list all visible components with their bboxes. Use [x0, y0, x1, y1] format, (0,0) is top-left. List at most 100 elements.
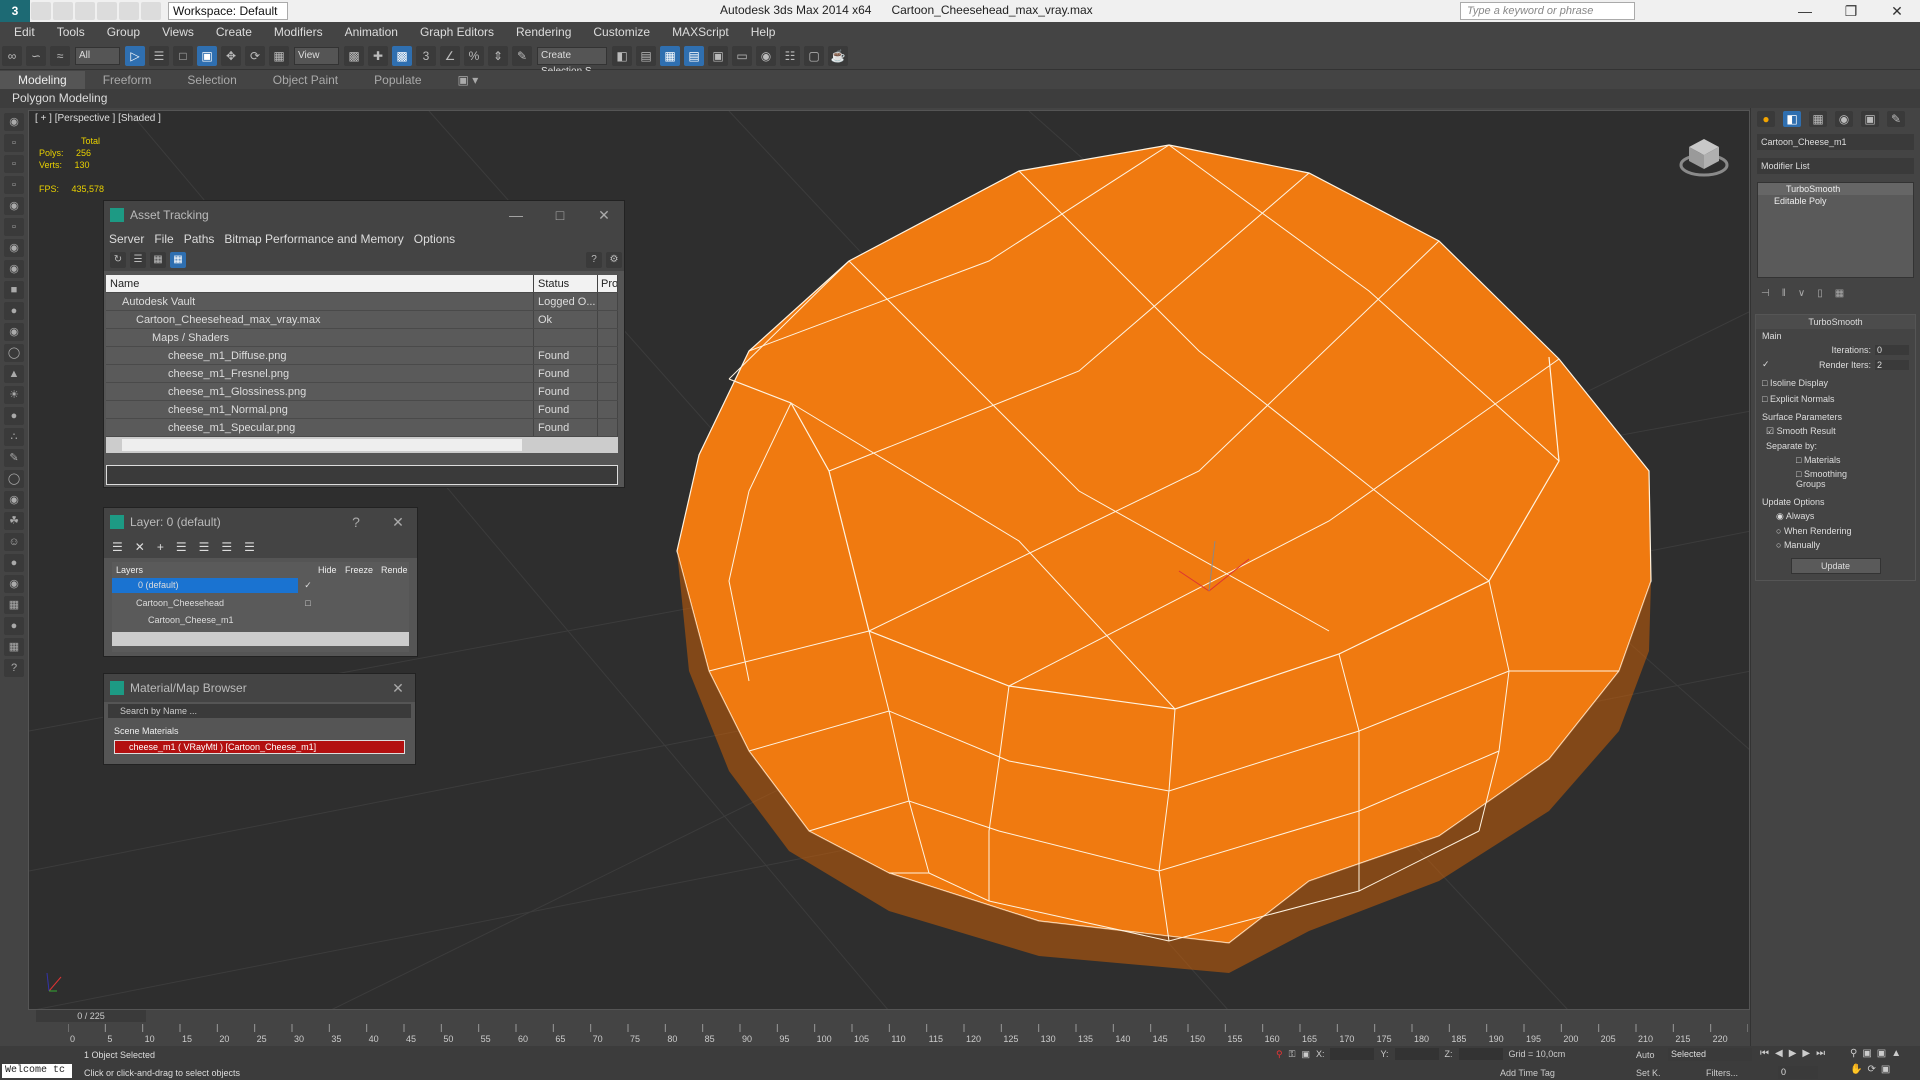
isoline-checkbox[interactable]: □ Isoline Display [1756, 372, 1915, 390]
layer-titlebar[interactable]: Layer: 0 (default) ? ✕ [104, 508, 417, 536]
workspace-dropdown[interactable]: Workspace: Default [168, 2, 288, 20]
close-icon[interactable]: ✕ [1874, 0, 1920, 22]
menu-paths[interactable]: Paths [184, 229, 215, 249]
menu-maxscript[interactable]: MAXScript [672, 22, 729, 42]
menu-help[interactable]: Help [751, 22, 776, 42]
ribbon-options-icon[interactable]: ▣ ▾ [440, 71, 497, 89]
iterations-spinner[interactable]: 0 [1875, 345, 1909, 355]
create-cameras-icon[interactable]: ◉ [4, 197, 24, 215]
add-selected-icon[interactable]: ☰ [176, 540, 187, 554]
polygon-modeling-label[interactable]: Polygon Modeling [12, 89, 107, 108]
cylinder-primitive-icon[interactable]: ◉ [4, 323, 24, 341]
hierarchy-tab-icon[interactable]: ▦ [1809, 111, 1827, 127]
highlight-layer-icon[interactable]: ☰ [221, 540, 232, 554]
layer-row[interactable]: Cartoon_Cheese_m1 [112, 611, 409, 628]
undo-icon[interactable] [97, 2, 117, 20]
menu-rendering[interactable]: Rendering [516, 22, 571, 42]
menu-file[interactable]: File [154, 229, 173, 249]
auto-key-button[interactable]: Auto [1636, 1050, 1655, 1060]
table-row[interactable]: Cartoon_Cheesehead_max_vray.max Ok [106, 311, 618, 329]
new-file-icon[interactable] [31, 2, 51, 20]
select-in-layer-icon[interactable]: ☰ [199, 540, 210, 554]
create-systems-icon[interactable]: ◉ [4, 260, 24, 278]
isolate-icon[interactable]: ⚲ [1276, 1049, 1283, 1060]
zoom-extents-icon[interactable]: ▣ [1877, 1048, 1886, 1059]
delete-layer-icon[interactable]: ✕ [135, 540, 145, 554]
pivot-center-icon[interactable]: ▩ [344, 45, 364, 66]
maxscript-listener[interactable]: Welcome tc [2, 1064, 72, 1078]
select-manipulate-icon[interactable]: ✚ [368, 45, 388, 66]
table-row[interactable]: cheese_m1_Normal.png Found [106, 401, 618, 419]
material-item[interactable]: cheese_m1 ( VRayMtl ) [Cartoon_Cheese_m1… [114, 740, 405, 754]
column-pro[interactable]: Pro [598, 275, 618, 292]
search-input[interactable]: Type a keyword or phrase [1460, 2, 1635, 20]
motion-tab-icon[interactable]: ◉ [1835, 111, 1853, 127]
display-tab-icon[interactable]: ▣ [1861, 111, 1879, 127]
light-icon[interactable]: ☀ [4, 386, 24, 404]
key-filter-dropdown[interactable]: Selected [1668, 1048, 1752, 1061]
menu-bitmap-performance[interactable]: Bitmap Performance and Memory [224, 229, 403, 249]
angle-snap-icon[interactable]: ∠ [440, 45, 460, 66]
configure-sets-icon[interactable]: ▦ [1835, 288, 1844, 299]
cat-icon[interactable]: ● [4, 554, 24, 572]
create-lights-icon[interactable]: ▫ [4, 176, 24, 194]
go-to-end-icon[interactable]: ⏭ [1816, 1048, 1825, 1059]
utilities-icon[interactable]: ▦ [4, 638, 24, 656]
rotate-icon[interactable]: ⟳ [245, 45, 265, 66]
tab-modeling[interactable]: Modeling [0, 71, 85, 89]
spinner-snap-icon[interactable]: ⇕ [488, 45, 508, 66]
ref-coord-dropdown[interactable]: View [294, 46, 339, 65]
bone-icon[interactable]: ◯ [4, 470, 24, 488]
maximize-icon[interactable]: □ [542, 201, 578, 229]
tab-object-paint[interactable]: Object Paint [255, 71, 356, 89]
explicit-normals-checkbox[interactable]: □ Explicit Normals [1756, 390, 1915, 408]
selection-filter-dropdown[interactable]: All [75, 46, 120, 65]
menu-edit[interactable]: Edit [14, 22, 35, 42]
menu-modifiers[interactable]: Modifiers [274, 22, 323, 42]
next-frame-icon[interactable]: ▶ [1802, 1048, 1810, 1059]
edit-named-selection-icon[interactable]: ✎ [512, 45, 532, 66]
lock-selection-icon[interactable]: ⚿ [1289, 1049, 1296, 1060]
time-slider[interactable]: 0 / 225 [36, 1010, 146, 1022]
settings-icon[interactable]: ⚙ [606, 252, 622, 268]
filters-button[interactable]: Filters... [1706, 1068, 1738, 1078]
torus-primitive-icon[interactable]: ◯ [4, 344, 24, 362]
select-by-name-icon[interactable]: ☰ [149, 45, 169, 66]
previous-frame-icon[interactable]: ◀ [1775, 1048, 1783, 1059]
open-file-icon[interactable] [53, 2, 73, 20]
scene-states-icon[interactable]: ▦ [4, 596, 24, 614]
cone-primitive-icon[interactable]: ▲ [4, 365, 24, 383]
menu-tools[interactable]: Tools [57, 22, 85, 42]
minimize-icon[interactable]: — [498, 201, 534, 229]
menu-animation[interactable]: Animation [345, 22, 398, 42]
close-icon[interactable]: ✕ [586, 201, 622, 229]
menu-create[interactable]: Create [216, 22, 252, 42]
column-name[interactable]: Name [106, 275, 534, 292]
percent-snap-icon[interactable]: % [464, 45, 484, 66]
material-editor-icon[interactable]: ◉ [756, 45, 776, 66]
y-coordinate-field[interactable] [1394, 1048, 1439, 1060]
absolute-mode-icon[interactable]: ▣ [1301, 1049, 1310, 1060]
orbit-icon[interactable]: ⟳ [1867, 1064, 1875, 1075]
project-folder-icon[interactable] [141, 2, 161, 20]
table-row[interactable]: cheese_m1_Diffuse.png Found [106, 347, 618, 365]
table-row[interactable]: cheese_m1_Fresnel.png Found [106, 365, 618, 383]
render-icon[interactable]: ☕ [828, 45, 848, 66]
redo-icon[interactable] [119, 2, 139, 20]
tab-selection[interactable]: Selection [169, 71, 254, 89]
foliage-icon[interactable]: ☘ [4, 512, 24, 530]
horizontal-scrollbar[interactable] [112, 632, 409, 646]
curve-editor-icon[interactable]: ▭ [732, 45, 752, 66]
go-to-start-icon[interactable]: ⏮ [1760, 1048, 1769, 1059]
fov-icon[interactable]: ▲ [1891, 1048, 1901, 1059]
always-radio[interactable]: ◉ Always [1756, 509, 1915, 524]
tab-populate[interactable]: Populate [356, 71, 439, 89]
ribbon-toggle-icon[interactable]: ▣ [708, 45, 728, 66]
pan-icon[interactable]: ✋ [1850, 1064, 1862, 1075]
z-coordinate-field[interactable] [1458, 1048, 1503, 1060]
asset-path-field[interactable] [106, 465, 618, 485]
menu-customize[interactable]: Customize [593, 22, 650, 42]
align-icon[interactable]: ▤ [636, 45, 656, 66]
teapot-icon[interactable]: ● [4, 407, 24, 425]
scrollbar-thumb[interactable] [122, 439, 522, 451]
